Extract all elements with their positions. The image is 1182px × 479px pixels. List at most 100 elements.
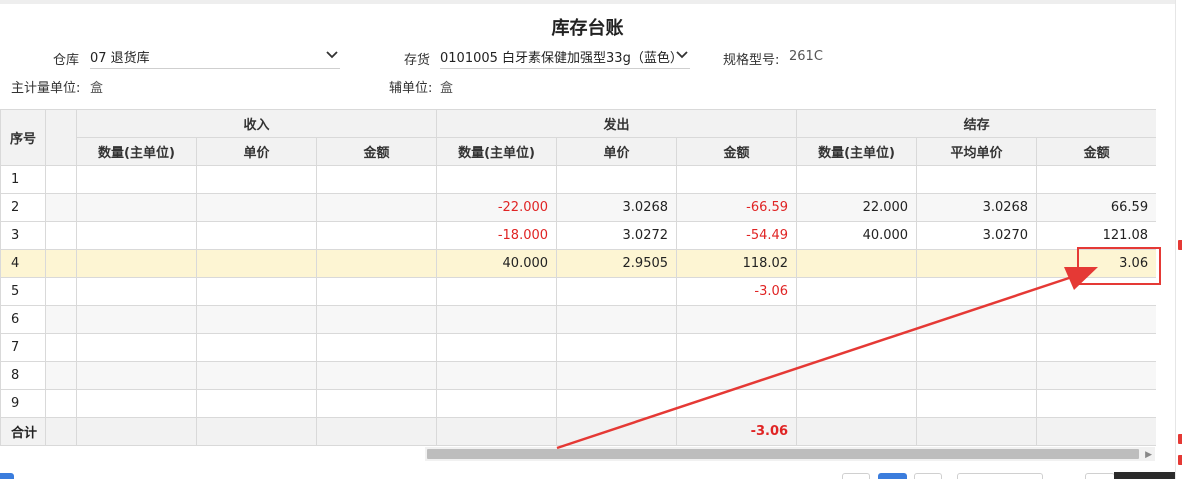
table-cell[interactable]: 118.02 [676, 249, 798, 278]
table-cell[interactable] [796, 277, 918, 306]
table-cell[interactable]: -18.000 [436, 221, 558, 250]
table-cell[interactable] [315, 389, 438, 418]
table-cell[interactable] [76, 389, 197, 418]
table-cell[interactable] [196, 277, 317, 306]
table-cell[interactable] [196, 249, 317, 278]
table-cell[interactable] [76, 193, 197, 222]
table-cell[interactable] [676, 361, 798, 390]
table-cell[interactable] [1036, 277, 1156, 306]
table-cell[interactable] [1036, 165, 1156, 194]
table-cell[interactable] [436, 305, 558, 334]
table-cell[interactable] [315, 333, 438, 362]
corner-button[interactable] [0, 473, 14, 479]
table-row[interactable]: 9 [0, 389, 1156, 418]
table-cell[interactable] [76, 249, 197, 278]
table-cell[interactable]: 121.08 [1036, 221, 1156, 250]
column-header[interactable]: 金额 [1036, 137, 1156, 166]
table-cell[interactable]: 40.000 [436, 249, 558, 278]
table-cell[interactable] [796, 361, 918, 390]
table-cell[interactable] [315, 221, 438, 250]
table-row[interactable]: 5 -3.06 [0, 277, 1156, 306]
table-cell[interactable] [315, 249, 438, 278]
column-header[interactable]: 平均单价 [916, 137, 1038, 166]
table-row[interactable]: 1 [0, 165, 1156, 194]
table-cell[interactable] [196, 221, 317, 250]
table-cell[interactable] [1036, 305, 1156, 334]
table-cell[interactable] [315, 361, 438, 390]
table-cell[interactable] [76, 165, 197, 194]
table-cell[interactable] [916, 305, 1038, 334]
table-cell[interactable] [676, 305, 798, 334]
pager-go-button[interactable] [1085, 473, 1115, 479]
table-cell[interactable] [315, 277, 438, 306]
table-cell[interactable] [916, 249, 1038, 278]
table-cell[interactable] [1036, 333, 1156, 362]
table-cell[interactable] [796, 333, 918, 362]
table-cell[interactable]: 3.06 [1036, 249, 1156, 278]
table-row[interactable]: 3 -18.000 3.0272 -54.49 40.000 3.0270 121.08 [0, 221, 1156, 250]
table-cell[interactable] [76, 333, 197, 362]
table-cell[interactable] [315, 165, 438, 194]
table-cell[interactable] [436, 361, 558, 390]
table-cell[interactable] [916, 389, 1038, 418]
column-header[interactable]: 金额 [315, 137, 438, 166]
table-cell[interactable] [315, 193, 438, 222]
table-cell[interactable] [796, 165, 918, 194]
table-cell[interactable] [916, 361, 1038, 390]
table-cell[interactable]: 22.000 [796, 193, 918, 222]
pager-next-button[interactable] [914, 473, 942, 479]
seq-header[interactable]: 序号 [0, 109, 46, 166]
pager-current-button[interactable] [878, 473, 907, 479]
table-cell[interactable] [676, 389, 798, 418]
table-cell[interactable] [796, 389, 918, 418]
table-cell[interactable] [76, 361, 197, 390]
table-cell[interactable] [676, 333, 798, 362]
column-header[interactable]: 单价 [196, 137, 317, 166]
table-row[interactable]: 4 40.000 2.9505 118.02 3.06 [0, 249, 1156, 278]
table-cell[interactable]: 2.9505 [556, 249, 678, 278]
column-header[interactable]: 单价 [556, 137, 678, 166]
table-cell[interactable] [1036, 389, 1156, 418]
table-cell[interactable] [436, 277, 558, 306]
table-cell[interactable] [76, 277, 197, 306]
table-cell[interactable]: 66.59 [1036, 193, 1156, 222]
table-cell[interactable]: -22.000 [436, 193, 558, 222]
scrollbar-thumb[interactable] [427, 449, 1139, 459]
table-cell[interactable] [1036, 361, 1156, 390]
warehouse-select[interactable]: 07 退货库 [90, 44, 340, 69]
table-cell[interactable] [196, 193, 317, 222]
page-size-select[interactable] [957, 473, 1043, 479]
table-cell[interactable] [196, 165, 317, 194]
table-cell[interactable] [796, 249, 918, 278]
table-row[interactable]: 2 -22.000 3.0268 -66.59 22.000 3.0268 66.59 [0, 193, 1156, 222]
table-row[interactable]: 7 [0, 333, 1156, 362]
pager-prev-button[interactable] [842, 473, 870, 479]
table-cell[interactable] [196, 305, 317, 334]
table-cell[interactable] [676, 165, 798, 194]
table-cell[interactable] [556, 389, 678, 418]
table-cell[interactable] [796, 305, 918, 334]
table-cell[interactable]: -66.59 [676, 193, 798, 222]
table-cell[interactable] [315, 305, 438, 334]
table-cell[interactable] [196, 361, 317, 390]
table-row[interactable]: 8 [0, 361, 1156, 390]
table-cell[interactable] [76, 305, 197, 334]
table-cell[interactable]: -54.49 [676, 221, 798, 250]
horizontal-scrollbar[interactable]: ▶ [425, 447, 1155, 461]
column-header[interactable]: 数量(主单位) [76, 137, 197, 166]
table-cell[interactable] [556, 305, 678, 334]
table-cell[interactable] [556, 277, 678, 306]
table-cell[interactable] [916, 277, 1038, 306]
table-cell[interactable] [436, 165, 558, 194]
triangle-right-icon[interactable]: ▶ [1145, 449, 1152, 459]
table-cell[interactable]: 3.0272 [556, 221, 678, 250]
table-cell[interactable] [556, 165, 678, 194]
table-cell[interactable] [196, 389, 317, 418]
column-header[interactable]: 数量(主单位) [796, 137, 918, 166]
table-cell[interactable] [916, 333, 1038, 362]
table-cell[interactable]: 3.0270 [916, 221, 1038, 250]
table-cell[interactable]: 40.000 [796, 221, 918, 250]
column-header[interactable]: 数量(主单位) [436, 137, 558, 166]
table-cell[interactable] [916, 165, 1038, 194]
table-cell[interactable] [196, 333, 317, 362]
